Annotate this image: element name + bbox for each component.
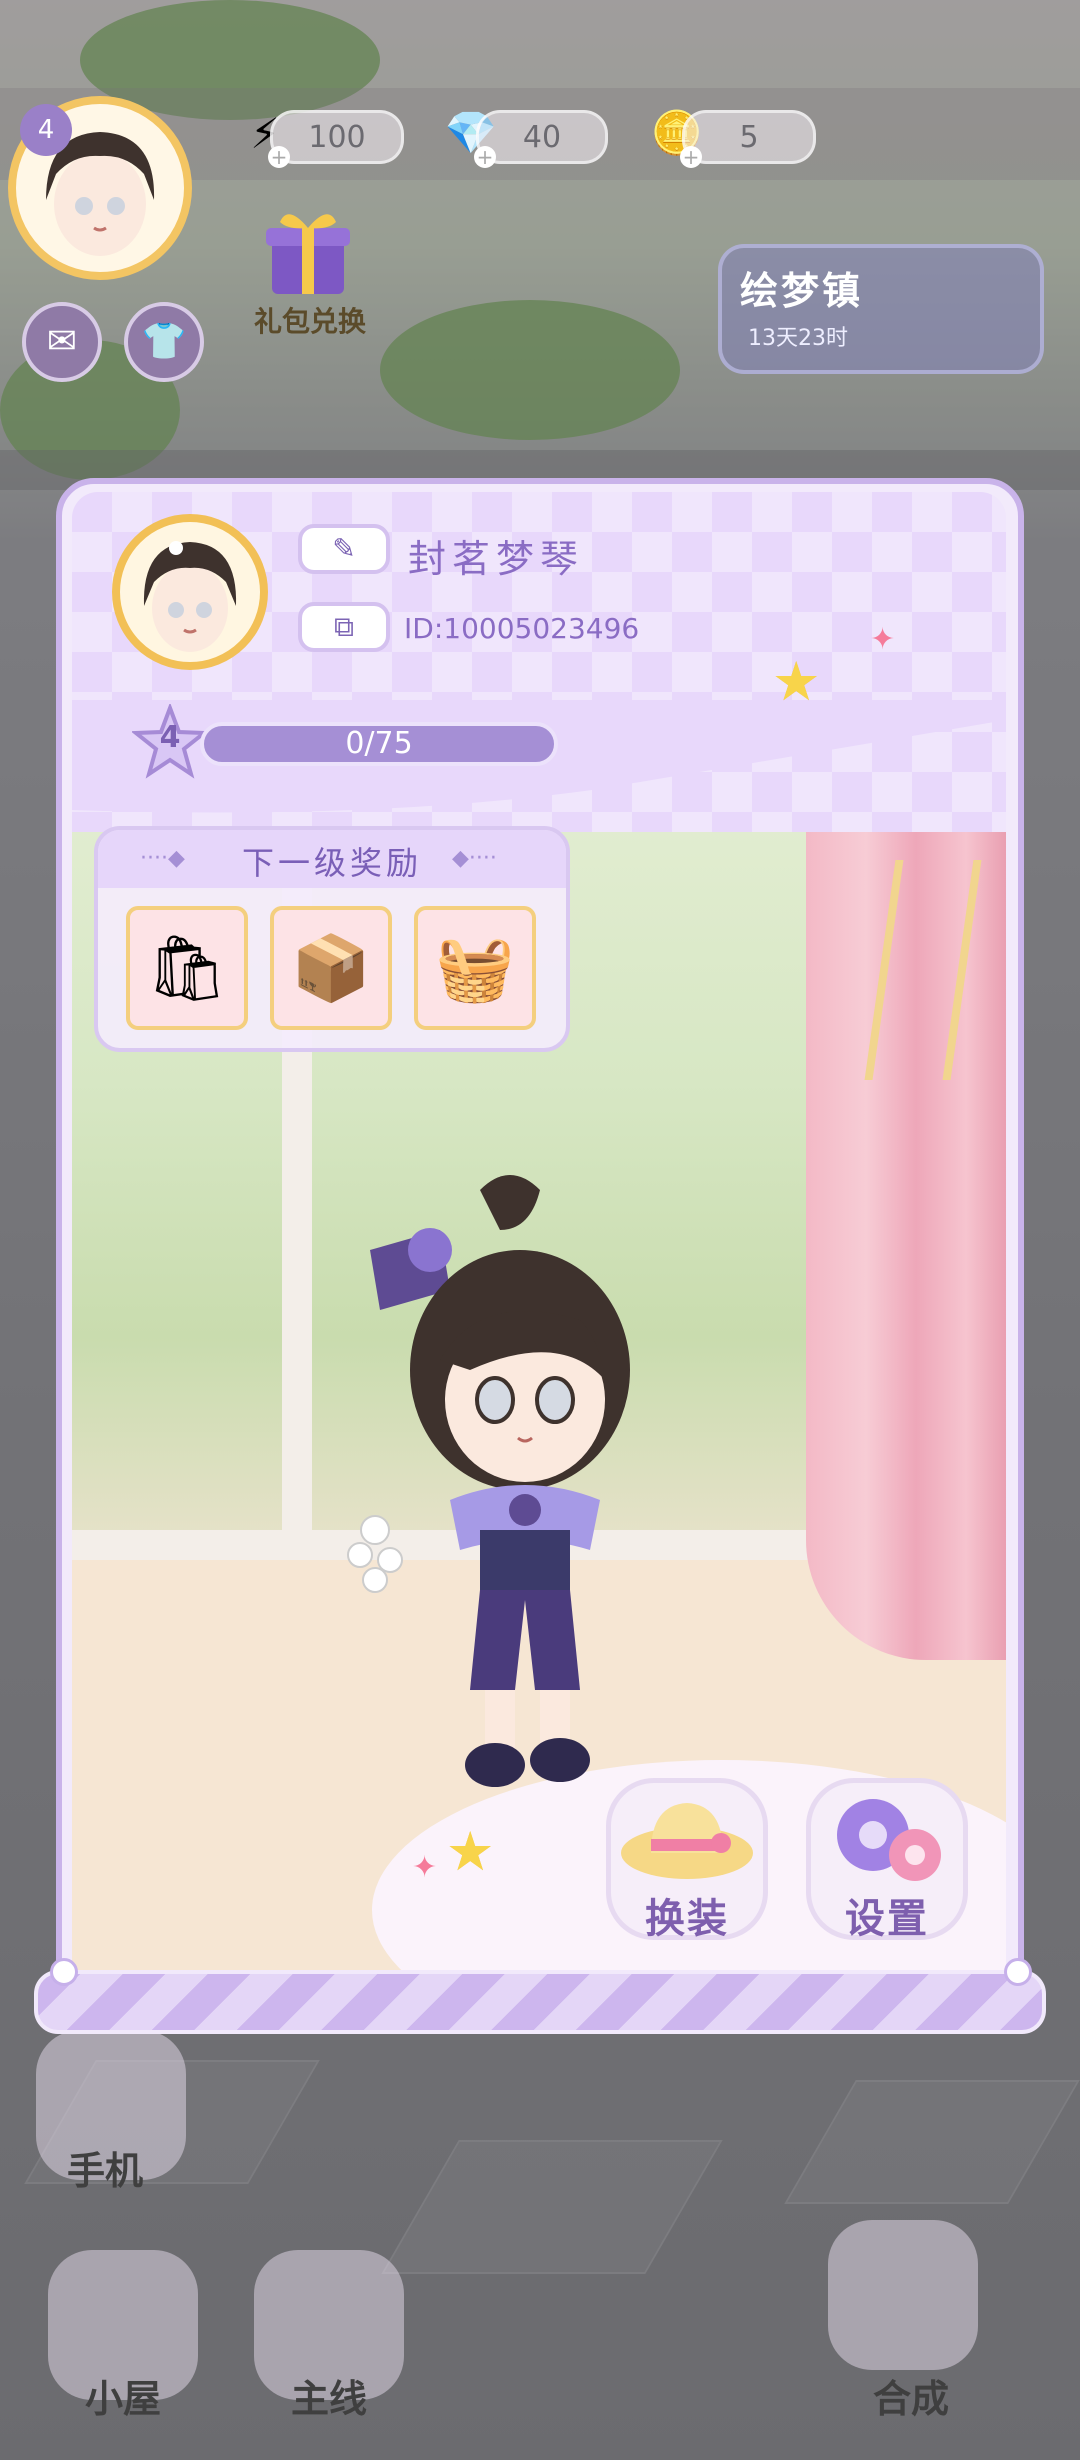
pin-right xyxy=(1004,1958,1032,1986)
gift-redeem-icon[interactable] xyxy=(258,200,358,300)
cat-box-icon: 📦 xyxy=(291,931,371,1006)
dress-up-label: 换装 xyxy=(645,1896,729,1942)
hud-level-badge: 4 xyxy=(20,104,72,156)
star-decoration: ★ xyxy=(772,650,821,713)
shopping-bag-icon: 🛍 xyxy=(146,931,228,1006)
copy-id-button[interactable]: ⧉ xyxy=(298,602,390,652)
energy-counter: 100 xyxy=(270,110,404,164)
event-town-name: 绘梦镇 xyxy=(740,269,864,313)
phone-label: 手机 xyxy=(66,2149,143,2193)
event-town-timer: 13天23时 xyxy=(748,326,848,351)
star-decoration-lower: ★ xyxy=(446,1820,495,1883)
settings-label: 设置 xyxy=(845,1896,929,1942)
hat-icon xyxy=(621,1803,753,1879)
house-label: 小屋 xyxy=(84,2377,161,2421)
edit-name-button[interactable]: ✎ xyxy=(298,524,390,574)
pencil-icon: ✎ xyxy=(332,532,356,565)
sparkle-decoration-lower: ✦ xyxy=(412,1850,438,1885)
player-id: ID:10005023496 xyxy=(404,612,640,645)
coin-counter: 5 xyxy=(682,110,816,164)
coin-plus-icon[interactable]: + xyxy=(680,146,702,168)
pink-curtain xyxy=(806,700,1006,1660)
reward-item-cat-box[interactable]: 📦 xyxy=(270,906,392,1030)
wardrobe-icon[interactable]: 👕 xyxy=(124,302,204,382)
xp-progress-text: 0/75 xyxy=(345,726,413,761)
mail-icon[interactable]: ✉ xyxy=(22,302,102,382)
fruit-basket-icon: 🧺 xyxy=(435,931,515,1006)
player-character xyxy=(347,1175,630,1787)
reward-item-fruit-basket[interactable]: 🧺 xyxy=(414,906,536,1030)
panel-bottom-rail xyxy=(34,1970,1046,2034)
gift-redeem-label[interactable]: 礼包兑换 xyxy=(240,300,380,340)
gear-icon xyxy=(837,1799,941,1881)
sparkle-decoration: ✦ xyxy=(870,622,896,657)
energy-plus-icon[interactable]: + xyxy=(268,146,290,168)
copy-icon: ⧉ xyxy=(334,610,354,643)
reward-item-shopping-bag[interactable]: 🛍 xyxy=(126,906,248,1030)
main-story-label: 主线 xyxy=(290,2377,367,2421)
reward-title: 下一级奖励 xyxy=(241,844,422,882)
player-name: 封茗梦琴 xyxy=(408,537,585,581)
pin-left xyxy=(50,1958,78,1986)
profile-level: 4 xyxy=(159,720,181,755)
profile-avatar[interactable] xyxy=(112,514,268,670)
merge-button[interactable] xyxy=(828,2220,978,2370)
gem-plus-icon[interactable]: + xyxy=(474,146,496,168)
merge-label: 合成 xyxy=(872,2377,949,2421)
